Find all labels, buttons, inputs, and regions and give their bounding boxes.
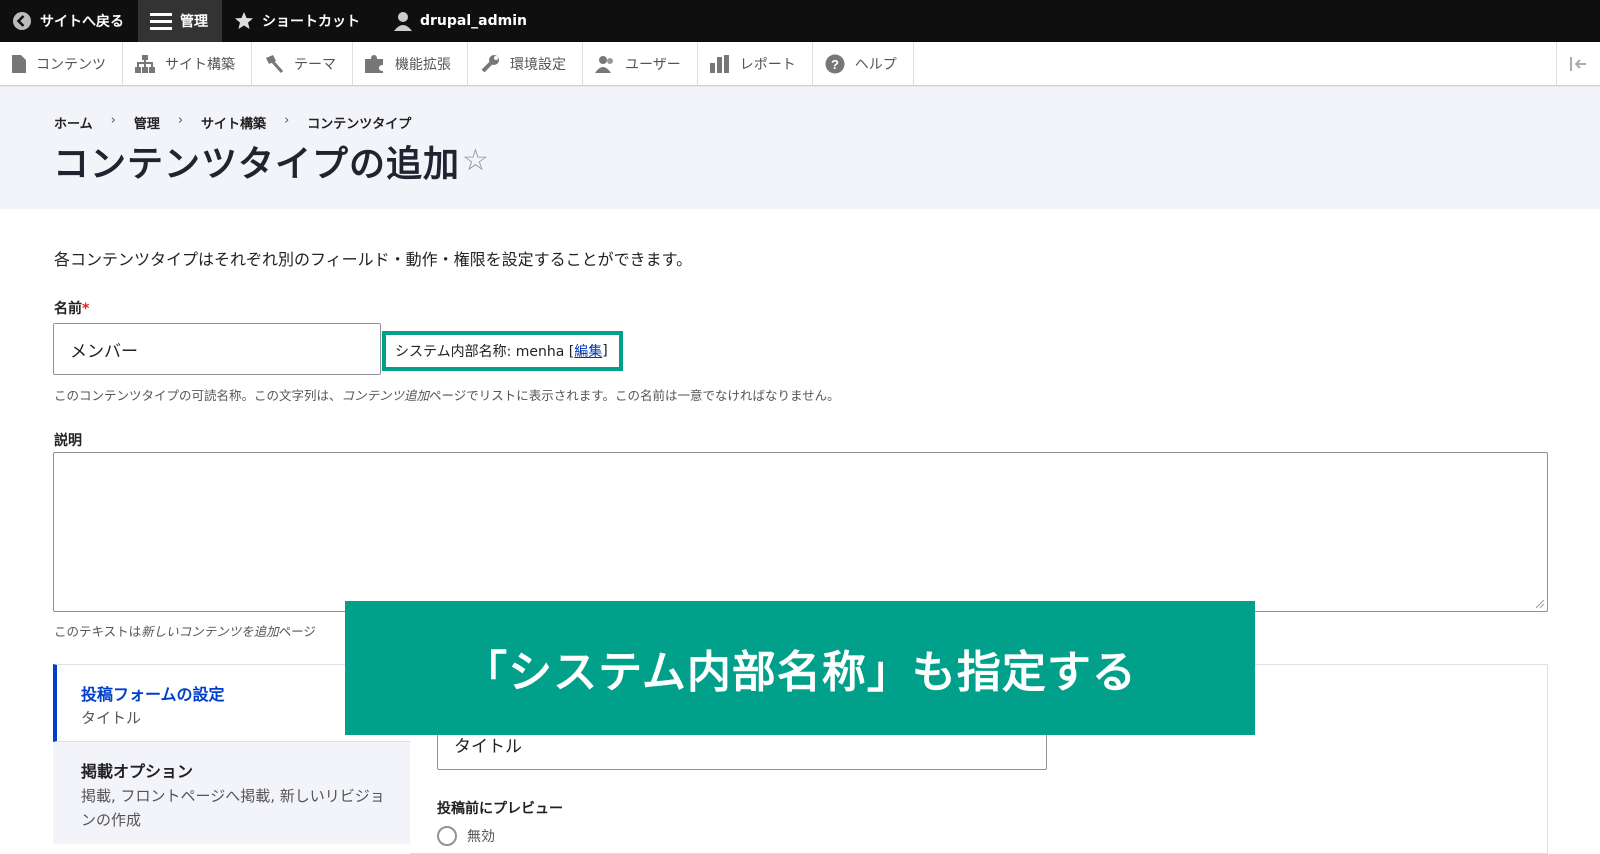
- machine-name-suffix: ]: [602, 343, 608, 359]
- caption-banner: 「システム内部名称」も指定する: [345, 601, 1255, 735]
- breadcrumb-separator: ›: [284, 113, 290, 128]
- document-icon: [12, 54, 26, 73]
- vertical-tab-title: 掲載オプション: [81, 762, 194, 781]
- user-label: drupal_admin: [420, 13, 527, 29]
- page-header: ホーム › 管理 › サイト構築 › コンテンツタイプ コンテンツタイプの追加 …: [0, 87, 1600, 209]
- admin-tray: コンテンツ サイト構築 テーマ 機能拡張 環境設定 ユーザー レポート ? ヘル…: [0, 42, 1600, 86]
- tray-item-extend[interactable]: 機能拡張: [353, 42, 468, 85]
- back-arrow-icon: [13, 12, 31, 30]
- preview-radio-label: 無効: [467, 829, 495, 845]
- vertical-tab-summary: 掲載, フロントページへ掲載, 新しいリビジョンの作成: [81, 787, 385, 829]
- admin-toolbar: サイトへ戻る 管理 ショートカット drupal_admin: [0, 0, 1600, 42]
- puzzle-icon: [365, 54, 383, 73]
- machine-name-edit-link[interactable]: 編集: [574, 341, 602, 361]
- tray-item-people[interactable]: ユーザー: [583, 42, 698, 85]
- wrench-icon: [481, 54, 499, 72]
- breadcrumb-home[interactable]: ホーム: [54, 113, 93, 132]
- sitemap-icon: [135, 54, 155, 73]
- help-emphasis: コンテンツ追加: [341, 388, 430, 403]
- machine-name-prefix: システム内部名称: menha [: [395, 344, 575, 360]
- machine-name-box: システム内部名称: menha [編集]: [382, 331, 623, 371]
- shortcut-star-icon[interactable]: ☆: [462, 143, 489, 178]
- manage-label: 管理: [180, 14, 208, 30]
- name-input[interactable]: メンバー: [53, 323, 381, 375]
- vertical-tab-summary: タイトル: [81, 709, 142, 727]
- help-icon: ?: [825, 54, 845, 73]
- breadcrumb-separator: ›: [177, 113, 184, 128]
- tray-item-content[interactable]: コンテンツ: [0, 42, 123, 85]
- bar-chart-icon: [709, 54, 729, 73]
- help-part: ページ: [278, 624, 316, 639]
- help-part: ページでリストに表示されます。この名前は一意でなければなりません。: [429, 388, 840, 403]
- tray-label: サイト構築: [165, 56, 235, 73]
- breadcrumb: ホーム › 管理 › サイト構築 › コンテンツタイプ: [54, 113, 411, 132]
- help-part: このテキストは: [54, 624, 142, 639]
- name-label: 名前*: [54, 298, 89, 318]
- breadcrumb-separator: ›: [110, 113, 116, 128]
- people-icon: [595, 55, 613, 73]
- tray-label: テーマ: [294, 56, 336, 73]
- help-part: このコンテンツタイプの可読名称。この文字列は、: [54, 388, 342, 403]
- preview-radio-disabled[interactable]: [437, 826, 457, 846]
- description-textarea[interactable]: [53, 452, 1548, 612]
- user-tab[interactable]: drupal_admin: [374, 0, 541, 42]
- page-intro: 各コンテンツタイプはそれぞれ別のフィールド・動作・権限を設定することができます。: [54, 250, 693, 269]
- menu-icon: [150, 13, 172, 30]
- collapse-icon: [1569, 56, 1586, 71]
- back-to-site-label: サイトへ戻る: [40, 14, 124, 30]
- tray-label: ユーザー: [625, 56, 681, 73]
- tray-item-help[interactable]: ? ヘルプ: [813, 42, 914, 85]
- tray-label: 環境設定: [510, 56, 566, 73]
- shortcuts-label: ショートカット: [262, 14, 360, 30]
- name-help-text: このコンテンツタイプの可読名称。この文字列は、コンテンツ追加ページでリストに表示…: [54, 385, 840, 404]
- preview-label: 投稿前にプレビュー: [437, 801, 563, 817]
- page-title: コンテンツタイプの追加: [53, 144, 461, 185]
- tray-item-appearance[interactable]: テーマ: [252, 42, 353, 85]
- tray-label: 機能拡張: [395, 56, 451, 73]
- breadcrumb-structure[interactable]: サイト構築: [201, 113, 266, 132]
- paintbrush-icon: [266, 54, 284, 73]
- tray-item-structure[interactable]: サイト構築: [123, 42, 252, 85]
- tray-item-config[interactable]: 環境設定: [468, 42, 583, 85]
- vertical-tab-title: 投稿フォームの設定: [81, 685, 225, 704]
- help-emphasis: 新しいコンテンツを追加: [141, 624, 279, 639]
- tray-label: レポート: [739, 56, 796, 73]
- description-label: 説明: [54, 433, 82, 449]
- tray-label: コンテンツ: [36, 56, 106, 73]
- tray-label: ヘルプ: [854, 56, 897, 73]
- breadcrumb-admin[interactable]: 管理: [134, 113, 160, 132]
- tray-item-reports[interactable]: レポート: [698, 42, 813, 85]
- shortcuts-tab[interactable]: ショートカット: [222, 0, 374, 42]
- resize-grip-icon[interactable]: [1535, 599, 1545, 609]
- star-icon: [235, 12, 253, 29]
- required-mark: *: [82, 301, 90, 317]
- vertical-tab-publishing[interactable]: 掲載オプション 掲載, フロントページへ掲載, 新しいリビジョンの作成: [53, 744, 410, 834]
- svg-text:?: ?: [831, 57, 839, 72]
- description-help-text: このテキストは新しいコンテンツを追加ページ: [54, 621, 316, 640]
- manage-tab[interactable]: 管理: [138, 0, 222, 42]
- name-label-text: 名前: [54, 301, 82, 317]
- breadcrumb-content-types[interactable]: コンテンツタイプ: [307, 113, 411, 132]
- user-icon: [394, 12, 412, 31]
- back-to-site-link[interactable]: サイトへ戻る: [0, 0, 138, 42]
- tray-orientation-toggle[interactable]: [1556, 42, 1600, 85]
